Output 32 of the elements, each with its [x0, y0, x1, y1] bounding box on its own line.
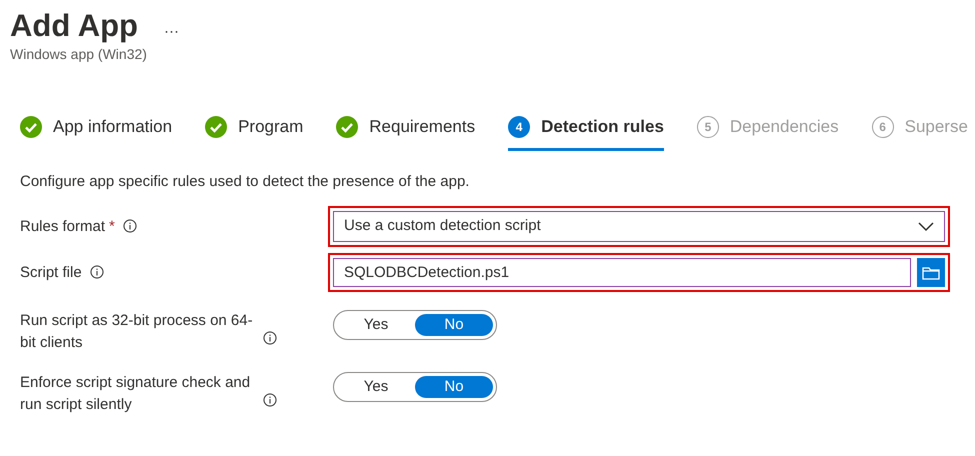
info-icon[interactable]	[90, 264, 104, 278]
field-label: Run script as 32-bit process on 64-bit clients	[20, 311, 254, 353]
toggle-option[interactable]: No	[415, 376, 493, 398]
required-mark: *	[109, 218, 115, 234]
page-subtitle: Windows app (Win32)	[9, 45, 148, 64]
info-icon[interactable]	[263, 393, 277, 407]
toggle-option[interactable]: Yes	[337, 314, 415, 336]
info-icon[interactable]	[263, 331, 277, 345]
toggle-option[interactable]: No	[415, 314, 493, 336]
field-label: Enforce script signature check and run script silently	[20, 373, 252, 415]
step-tab[interactable]: Program	[205, 114, 304, 150]
checkmark-icon	[20, 116, 42, 138]
description: Configure app specific rules used to detect the presence of the app.	[19, 172, 470, 192]
dropdown[interactable]: Use a custom detection script	[333, 211, 945, 242]
toggle-option[interactable]: Yes	[337, 376, 415, 398]
step-number: 4	[508, 116, 530, 138]
step-number: 6	[872, 116, 894, 138]
chevron-down-icon	[918, 222, 934, 232]
step-tab[interactable]: 4 Detection rules	[508, 114, 664, 150]
step-tab[interactable]: Requirements	[336, 114, 476, 150]
page-title: Add App	[10, 8, 138, 44]
step-tab[interactable]: App information	[20, 114, 172, 150]
folder-icon	[922, 266, 940, 280]
field-label: Script file	[20, 264, 82, 280]
checkmark-icon	[205, 116, 228, 138]
info-icon[interactable]	[122, 218, 137, 232]
field-label: Rules format	[20, 218, 106, 234]
checkmark-icon	[336, 116, 358, 138]
more-button[interactable]: ···	[164, 21, 179, 44]
file-input[interactable]: SQLODBCDetection.ps1	[333, 258, 911, 287]
browse-button[interactable]	[917, 258, 945, 287]
step-number: 5	[696, 116, 719, 138]
